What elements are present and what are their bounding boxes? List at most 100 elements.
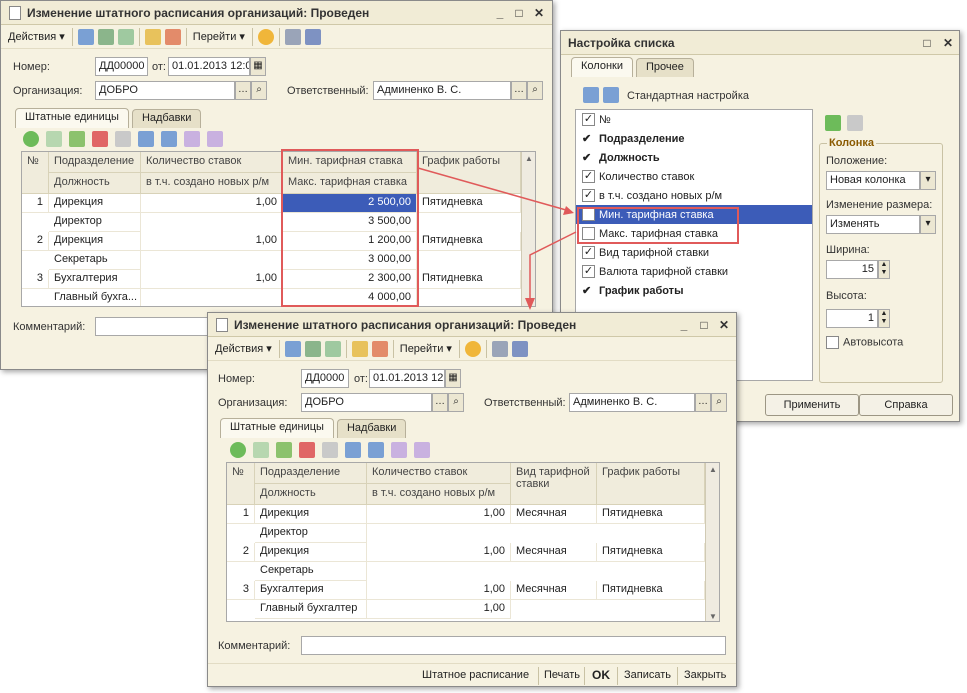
row-count[interactable]: 1,00 <box>367 543 511 562</box>
check-all-icon[interactable] <box>825 115 841 131</box>
refresh-icon[interactable] <box>304 340 321 357</box>
scroll-down-icon[interactable]: ▼ <box>709 612 717 621</box>
tab-staff-units[interactable]: Штатные единицы <box>220 418 334 438</box>
help-icon[interactable] <box>257 28 274 45</box>
actions-menu[interactable]: Действия ▾ <box>212 339 275 358</box>
settings-list-icon[interactable] <box>511 340 528 357</box>
select-button[interactable]: … <box>511 81 527 100</box>
row-count[interactable]: 1,00 <box>141 232 283 251</box>
refresh-icon[interactable] <box>97 28 114 45</box>
delete-icon[interactable] <box>299 442 315 458</box>
row-schedule[interactable]: Пятидневка <box>417 270 521 289</box>
ok-button[interactable]: OK <box>592 668 610 682</box>
copy-row-icon[interactable] <box>46 131 62 147</box>
row-count[interactable]: 1,00 <box>367 581 511 600</box>
back-arrow-icon[interactable] <box>284 340 301 357</box>
comment-field[interactable] <box>301 636 726 655</box>
row-department[interactable]: Дирекция <box>49 232 141 251</box>
search-icon[interactable]: ⌕ <box>448 393 464 412</box>
checkbox[interactable] <box>826 336 839 349</box>
help-icon[interactable] <box>464 340 481 357</box>
column-header-position[interactable]: Должность <box>255 484 367 505</box>
row-position[interactable]: Секретарь <box>255 562 367 581</box>
column-header-count[interactable]: Количество ставок <box>367 463 511 484</box>
post-icon[interactable] <box>144 28 161 45</box>
post-icon[interactable] <box>351 340 368 357</box>
staff-schedule-button[interactable]: Штатное расписание <box>422 669 529 681</box>
unpost-icon[interactable] <box>371 340 388 357</box>
scroll-up-icon[interactable]: ▲ <box>525 154 533 163</box>
column-header-count[interactable]: Количество ставок <box>141 152 283 173</box>
row-schedule[interactable]: Пятидневка <box>597 505 705 524</box>
column-item-schedule[interactable]: ✔ График работы <box>580 281 808 300</box>
list-icon[interactable] <box>284 28 301 45</box>
row-department[interactable]: Дирекция <box>49 194 141 213</box>
calendar-icon[interactable]: ▦ <box>445 369 461 388</box>
row-department[interactable]: Бухгалтерия <box>49 270 141 289</box>
row-department[interactable]: Бухгалтерия <box>255 581 367 600</box>
uncheck-all-icon[interactable] <box>847 115 863 131</box>
apply-button[interactable]: Применить <box>765 394 859 416</box>
number-field[interactable]: ДД0000 <box>301 369 349 388</box>
row-count[interactable]: 1,00 <box>367 600 511 619</box>
row-position[interactable]: Главный бухга... <box>49 289 141 306</box>
list-icon[interactable] <box>491 340 508 357</box>
save-button[interactable]: Записать <box>624 669 671 681</box>
column-item-department[interactable]: ✔ Подразделение <box>580 129 808 148</box>
edit-icon[interactable] <box>276 442 292 458</box>
organization-field[interactable]: ДОБРО <box>95 81 235 100</box>
checkbox[interactable]: ✓ <box>582 113 595 126</box>
actions-menu[interactable]: Действия ▾ <box>5 27 68 46</box>
row-schedule[interactable]: Пятидневка <box>597 543 705 562</box>
sort-asc-icon[interactable] <box>391 442 407 458</box>
column-header-position[interactable]: Должность <box>49 173 141 194</box>
column-header-count-new[interactable]: в т.ч. создано новых р/м <box>141 173 283 194</box>
row-position[interactable]: Секретарь <box>49 251 141 270</box>
chevron-down-icon[interactable]: ▾ <box>920 215 936 234</box>
copy-icon[interactable] <box>324 340 341 357</box>
maximize-icon[interactable]: □ <box>512 6 526 20</box>
responsible-field[interactable]: Админенко В. С. <box>373 81 511 100</box>
height-input[interactable]: 1 <box>826 309 878 328</box>
tab-allowances[interactable]: Надбавки <box>336 419 407 438</box>
minimize-icon[interactable]: _ <box>677 318 691 332</box>
row-schedule[interactable]: Пятидневка <box>417 232 521 251</box>
sort-asc-icon[interactable] <box>184 131 200 147</box>
row-department[interactable]: Дирекция <box>255 543 367 562</box>
column-header-schedule[interactable]: График работы <box>597 463 705 505</box>
width-input[interactable]: 15 <box>826 260 878 279</box>
row-count[interactable]: 1,00 <box>141 270 283 289</box>
spinner-icon[interactable]: ▲ ▼ <box>878 309 890 328</box>
position-select[interactable]: Новая колонка <box>826 171 920 190</box>
date-field[interactable]: 01.01.2013 12: <box>369 369 445 388</box>
back-grid-scrollbar[interactable]: ▲ ▼ <box>521 152 535 306</box>
close-icon[interactable]: ✕ <box>717 318 731 332</box>
column-item-number[interactable]: ✓ № <box>580 110 808 129</box>
responsible-field[interactable]: Админенко В. С. <box>569 393 695 412</box>
column-item-rate-type[interactable]: ✓ Вид тарифной ставки <box>580 243 808 262</box>
row-position[interactable]: Директор <box>255 524 367 543</box>
column-header-number[interactable]: № <box>227 463 255 505</box>
front-grid-scrollbar[interactable]: ▲ ▼ <box>705 463 719 621</box>
select-button[interactable]: … <box>235 81 251 100</box>
row-schedule[interactable]: Пятидневка <box>597 581 705 600</box>
column-item-rate-currency[interactable]: ✓ Валюта тарифной ставки <box>580 262 808 281</box>
scroll-up-icon[interactable]: ▲ <box>709 465 717 474</box>
select-button[interactable]: … <box>432 393 448 412</box>
column-header-department[interactable]: Подразделение <box>255 463 367 484</box>
column-item-count[interactable]: ✓ Количество ставок <box>580 167 808 186</box>
move-down-icon[interactable] <box>368 442 384 458</box>
tab-columns[interactable]: Колонки <box>571 57 633 77</box>
goto-menu[interactable]: Перейти ▾ <box>397 339 455 358</box>
arrow-down-icon[interactable] <box>603 87 619 103</box>
close-icon[interactable]: ✕ <box>532 6 546 20</box>
column-item-count-new[interactable]: ✓ в т.ч. создано новых р/м <box>580 186 808 205</box>
checkbox[interactable]: ✓ <box>582 265 595 278</box>
move-up-icon[interactable] <box>345 442 361 458</box>
close-icon[interactable]: ✕ <box>941 36 955 50</box>
column-item-position[interactable]: ✔ Должность <box>580 148 808 167</box>
checkbox[interactable]: ✓ <box>582 246 595 259</box>
settings-list-icon[interactable] <box>304 28 321 45</box>
scroll-down-icon[interactable]: ▼ <box>525 297 533 306</box>
standard-settings-link[interactable]: Стандартная настройка <box>627 90 749 102</box>
